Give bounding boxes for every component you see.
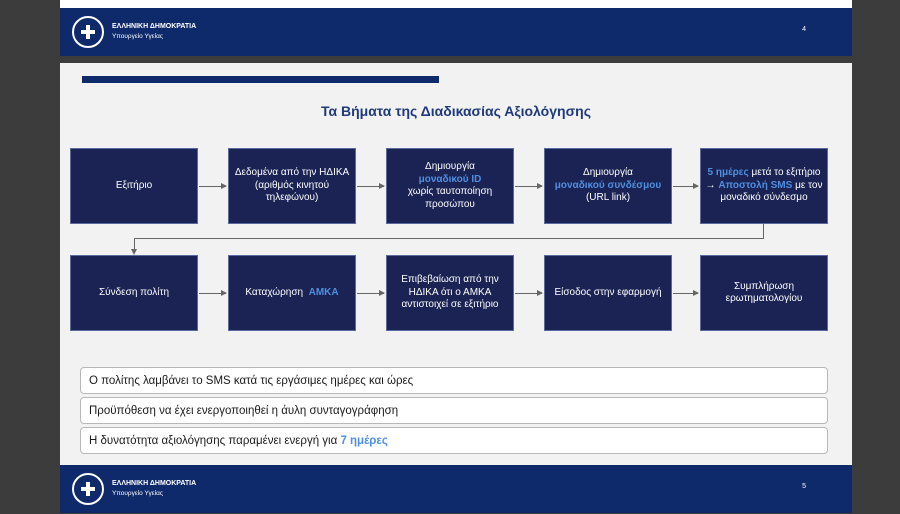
previous-slide: ΕΛΛΗΝΙΚΗ ΔΗΜΟΚΡΑΤΙΑ Υπουργείο Υγείας 4 — [60, 0, 852, 56]
arrow-right-icon — [357, 290, 385, 296]
step-text: Δεδομένα από την ΗΔΙΚΑ (αριθμός κινητού … — [234, 167, 350, 204]
arrow-right-icon — [515, 290, 543, 296]
org-subtitle: Υπουργείο Υγείας — [112, 490, 163, 497]
step-text: Είσοδος στην εφαρμογή — [554, 286, 662, 298]
note-text: Ο πολίτης λαμβάνει το SMS κατά τις εργάσ… — [89, 374, 414, 387]
step-box-send-sms: 5 ημέρες μετά το εξιτήριο → Αποστολή SMS… — [700, 148, 828, 224]
step-highlight: μοναδικού συνδέσμου — [554, 179, 662, 191]
note-highlight: 7 ημέρες — [340, 434, 388, 447]
arrow-right-icon — [199, 183, 227, 189]
step-box-app-entry: Είσοδος στην εφαρμογή — [544, 255, 672, 331]
arrow-right-icon — [673, 183, 699, 189]
note-prescription-prerequisite: Προϋπόθεση να έχει ενεργοποιηθεί η άυλη … — [80, 397, 828, 424]
step-box-unique-link: Δημιουργία μοναδικού συνδέσμου (URL link… — [544, 148, 672, 224]
organization-label: ΕΛΛΗΝΙΚΗ ΔΗΜΟΚΡΑΤΙΑ Υπουργείο Υγείας — [112, 479, 196, 499]
greek-emblem-icon — [72, 16, 104, 48]
step-highlight: ΑΜΚΑ — [308, 286, 339, 298]
greek-emblem-icon — [72, 473, 104, 505]
arrow-right-icon — [673, 290, 699, 296]
note-text: Η δυνατότητα αξιολόγησης παραμένει ενεργ… — [89, 434, 338, 447]
arrow-right-icon — [515, 183, 543, 189]
org-subtitle: Υπουργείο Υγείας — [112, 33, 163, 40]
connector-line — [134, 238, 764, 239]
org-name: ΕΛΛΗΝΙΚΗ ΔΗΜΟΚΡΑΤΙΑ — [112, 480, 197, 487]
step-box-idika-verification: Επιβεβαίωση από την ΗΔΙΚΑ ότι ο ΑΜΚΑ αντ… — [386, 255, 514, 331]
organization-label: ΕΛΛΗΝΙΚΗ ΔΗΜΟΚΡΑΤΙΑ Υπουργείο Υγείας — [112, 22, 196, 42]
note-sms-hours: Ο πολίτης λαμβάνει το SMS κατά τις εργάσ… — [80, 367, 828, 394]
step-text: Συμπλήρωση ερωτηματολογίου — [725, 280, 803, 305]
step-text: Καταχώρηση — [245, 286, 304, 298]
step-text: Δημιουργία — [425, 161, 475, 172]
step-text: Δημιουργία — [583, 167, 633, 179]
title-accent-bar — [82, 76, 439, 83]
step-box-amka-entry: Καταχώρηση ΑΜΚΑ — [228, 255, 356, 331]
step-text: χωρίς ταυτοποίηση προσώπου — [407, 186, 493, 210]
connector-line — [763, 224, 764, 238]
arrow-right-icon — [199, 290, 227, 296]
step-box-idika-data: Δεδομένα από την ΗΔΙΚΑ (αριθμός κινητού … — [228, 148, 356, 224]
note-text: Προϋπόθεση να έχει ενεργοποιηθεί η άυλη … — [89, 404, 399, 417]
step-box-questionnaire: Συμπλήρωση ερωτηματολογίου — [700, 255, 828, 331]
slide: Τα Βήματα της Διαδικασίας Αξιολόγησης Εξ… — [60, 63, 852, 513]
step-box-unique-id: Δημιουργία μοναδικού ID χωρίς ταυτοποίησ… — [386, 148, 514, 224]
step-text: Επιβεβαίωση από την ΗΔΙΚΑ ότι ο ΑΜΚΑ αντ… — [401, 274, 499, 311]
step-text: (URL link) — [585, 192, 631, 204]
slide-title: Τα Βήματα της Διαδικασίας Αξιολόγησης — [321, 103, 591, 119]
slide-footer: ΕΛΛΗΝΙΚΗ ΔΗΜΟΚΡΑΤΙΑ Υπουργείο Υγείας 5 — [60, 465, 852, 513]
step-box-citizen-login: Σύνδεση πολίτη — [70, 255, 198, 331]
step-highlight: 5 ημέρες — [707, 167, 749, 179]
step-highlight: Αποστολή SMS — [718, 179, 793, 191]
org-name: ΕΛΛΗΝΙΚΗ ΔΗΜΟΚΡΑΤΙΑ — [112, 23, 197, 30]
note-evaluation-window: Η δυνατότητα αξιολόγησης παραμένει ενεργ… — [80, 427, 828, 454]
step-highlight: μοναδικού ID — [418, 173, 482, 185]
page-number: 4 — [802, 26, 806, 33]
page-number: 5 — [802, 483, 806, 490]
arrow-right-icon — [357, 183, 385, 189]
step-text: Σύνδεση πολίτη — [98, 286, 170, 298]
step-box-discharge: Εξιτήριο — [70, 148, 198, 224]
previous-slide-footer: ΕΛΛΗΝΙΚΗ ΔΗΜΟΚΡΑΤΙΑ Υπουργείο Υγείας 4 — [60, 8, 852, 56]
step-text: Εξιτήριο — [115, 179, 153, 191]
